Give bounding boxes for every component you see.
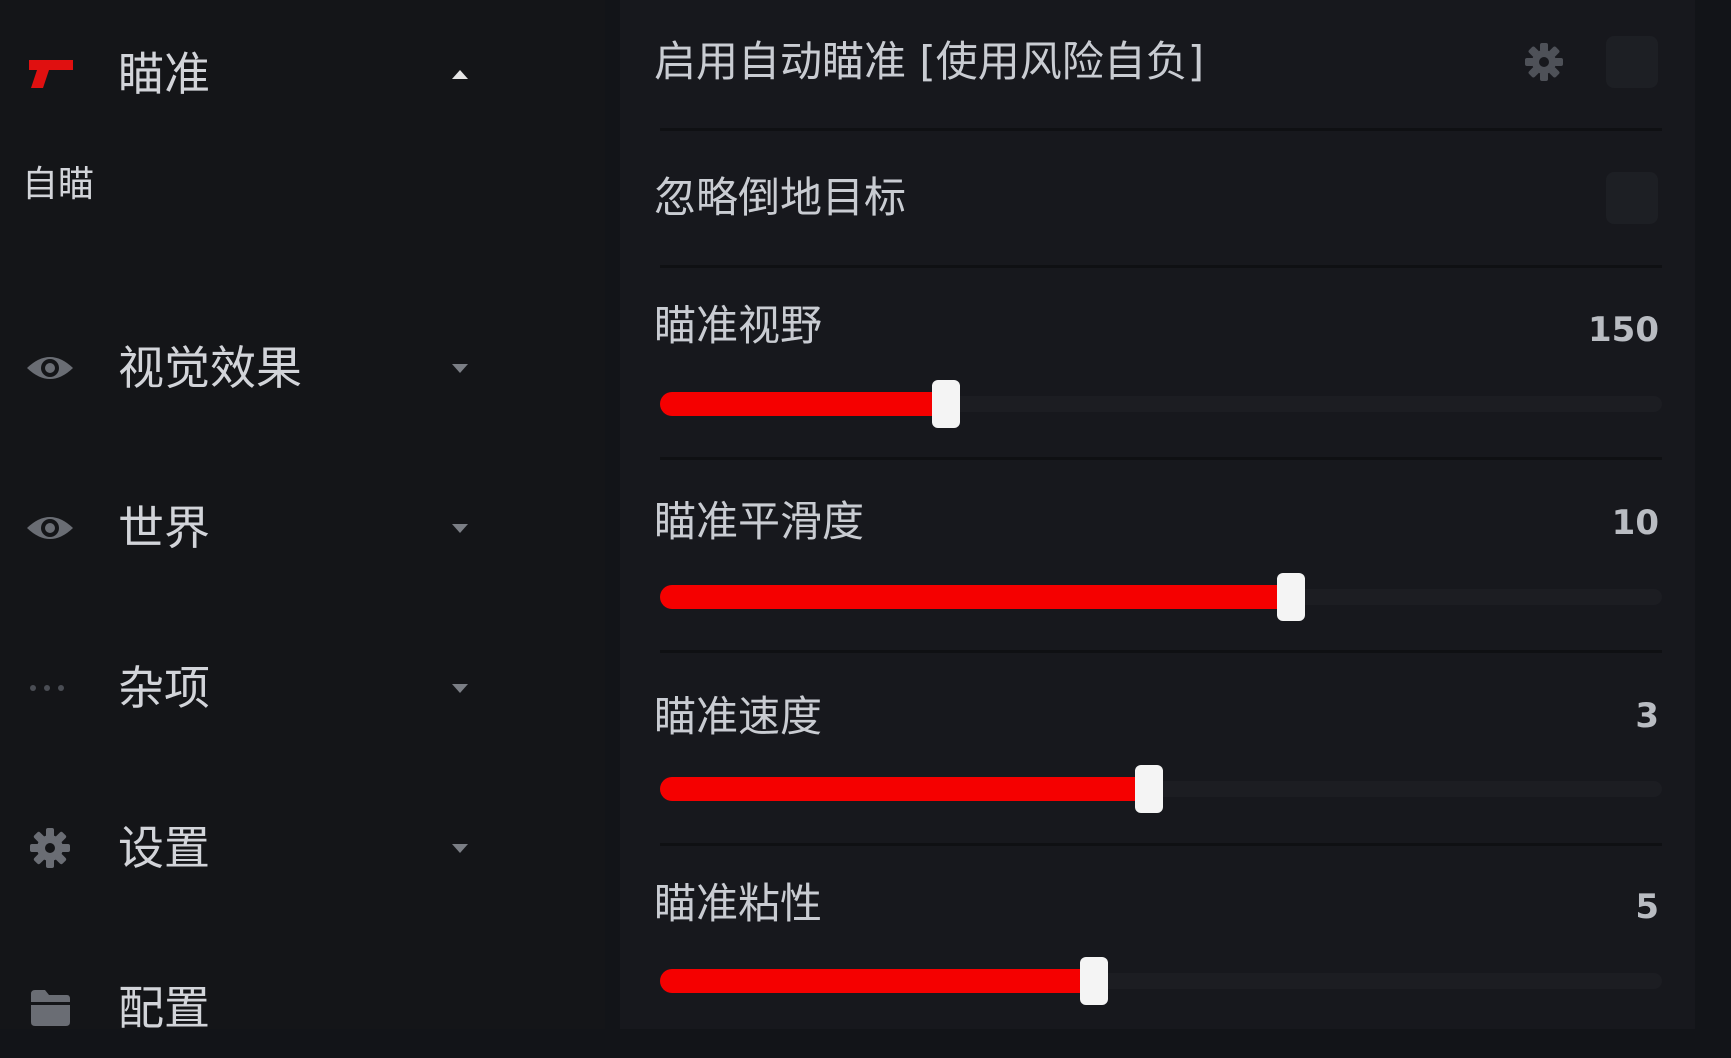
eye-icon — [24, 502, 76, 554]
nav-label-settings: 设置 — [118, 821, 210, 875]
gear-icon[interactable] — [1522, 40, 1566, 84]
slider-smoothness[interactable] — [660, 573, 1662, 621]
nav-label-world: 世界 — [118, 501, 210, 555]
nav-aim[interactable]: 瞄准 — [0, 24, 605, 124]
sidebar: 瞄准 自瞄 视觉效果 世界 杂项 设置 配置 — [0, 0, 605, 1034]
divider — [660, 265, 1662, 268]
slider-speed[interactable] — [660, 765, 1662, 813]
slider-label-smoothness: 瞄准平滑度 — [654, 497, 865, 546]
subitem-autoaim[interactable]: 自瞄 — [22, 162, 94, 208]
slider-fill — [660, 969, 1094, 993]
divider — [660, 128, 1662, 131]
slider-value-speed: 3 — [1635, 696, 1659, 736]
slider-label-fov: 瞄准视野 — [654, 301, 823, 350]
divider — [660, 650, 1662, 653]
slider-value-stickiness: 5 — [1635, 887, 1659, 927]
slider-value-fov: 150 — [1588, 310, 1659, 350]
slider-thumb[interactable] — [1134, 765, 1163, 813]
toggle-label-ignore-downed: 忽略倒地目标 — [654, 173, 907, 222]
nav-label-aim: 瞄准 — [118, 47, 210, 101]
slider-value-smoothness: 10 — [1611, 503, 1659, 543]
chevron-down-icon[interactable] — [448, 356, 472, 380]
toggle-label-autoaim: 启用自动瞄准 [使用风险自负] — [654, 37, 1205, 86]
dots-icon — [24, 662, 76, 714]
slider-thumb[interactable] — [1277, 573, 1306, 621]
folder-icon — [24, 982, 76, 1034]
eye-icon — [24, 342, 76, 394]
slider-thumb[interactable] — [931, 380, 960, 428]
slider-stickiness[interactable] — [660, 957, 1662, 1005]
nav-settings[interactable]: 设置 — [0, 798, 605, 898]
slider-fill — [660, 777, 1149, 801]
chevron-up-icon[interactable] — [448, 62, 472, 86]
nav-label-visuals: 视觉效果 — [118, 341, 302, 395]
nav-label-configs: 配置 — [118, 981, 210, 1035]
chevron-down-icon[interactable] — [448, 516, 472, 540]
nav-world[interactable]: 世界 — [0, 478, 605, 578]
chevron-down-icon[interactable] — [448, 836, 472, 860]
divider — [660, 843, 1662, 846]
gear-icon — [24, 822, 76, 874]
chevron-down-icon[interactable] — [448, 676, 472, 700]
slider-fov[interactable] — [660, 380, 1662, 428]
slider-thumb[interactable] — [1079, 957, 1108, 1005]
slider-fill — [660, 392, 946, 416]
toggle-ignore-downed[interactable] — [1606, 172, 1658, 224]
nav-configs[interactable]: 配置 — [0, 958, 605, 1058]
settings-panel: 启用自动瞄准 [使用风险自负] 忽略倒地目标 瞄准视野 150 瞄准平滑度 10… — [620, 0, 1695, 1029]
slider-fill — [660, 585, 1292, 609]
nav-visuals[interactable]: 视觉效果 — [0, 318, 605, 418]
slider-label-speed: 瞄准速度 — [654, 692, 823, 741]
gun-icon — [24, 48, 76, 100]
nav-misc[interactable]: 杂项 — [0, 638, 605, 738]
nav-label-misc: 杂项 — [118, 661, 210, 715]
toggle-autoaim[interactable] — [1606, 36, 1658, 88]
slider-label-stickiness: 瞄准粘性 — [654, 879, 823, 928]
divider — [660, 457, 1662, 460]
